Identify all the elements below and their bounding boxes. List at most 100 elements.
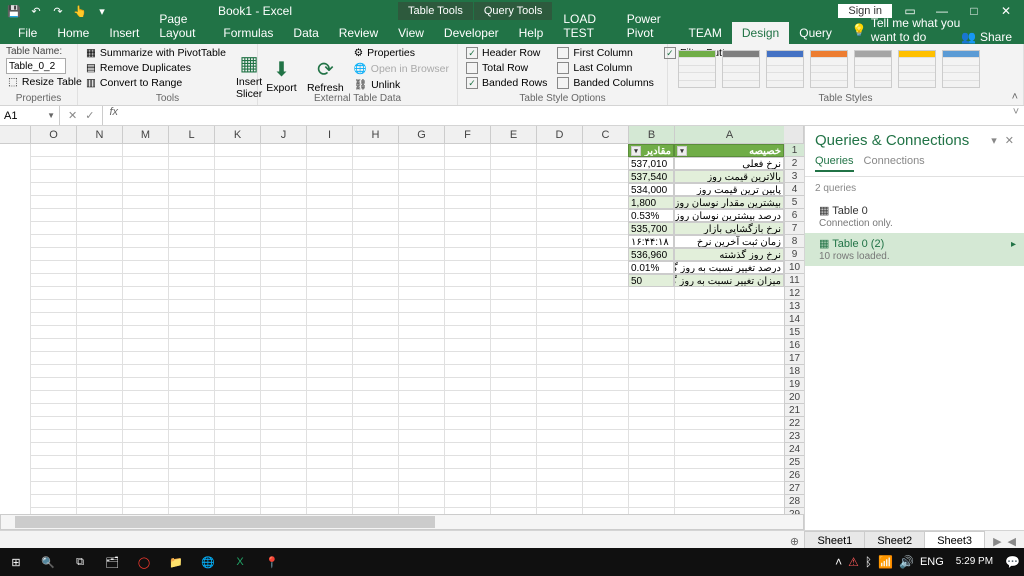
cell[interactable] [582,339,628,352]
cell[interactable] [398,287,444,300]
worksheet-grid[interactable]: ABCDEFGHIJKLMNO 1▾خصیصه▾مقادیر2نرخ فعلی5… [0,126,804,530]
cell[interactable] [76,404,122,417]
cell[interactable] [76,287,122,300]
cell[interactable] [122,183,168,196]
cell[interactable] [214,456,260,469]
cell[interactable] [168,157,214,170]
cell[interactable] [122,378,168,391]
cell[interactable] [628,378,674,391]
enter-icon[interactable]: ✓ [85,109,94,122]
cell[interactable]: 534,000 [628,183,674,196]
task-view-button[interactable]: ⧉ [64,548,96,576]
cell[interactable] [214,144,260,157]
cell[interactable] [122,404,168,417]
cell[interactable] [352,339,398,352]
cell[interactable] [168,339,214,352]
cell[interactable] [444,287,490,300]
pane-tab-connections[interactable]: Connections [864,155,925,172]
cell[interactable] [444,482,490,495]
cell[interactable] [168,456,214,469]
cell[interactable] [30,469,76,482]
cell[interactable] [582,300,628,313]
cell[interactable] [76,222,122,235]
cell[interactable] [260,287,306,300]
cell[interactable] [306,417,352,430]
row-header[interactable]: 7 [784,222,804,235]
cell[interactable]: 0.01% [628,261,674,274]
cell[interactable] [260,157,306,170]
row-header[interactable]: 1 [784,144,804,157]
summarize-pivot-button[interactable]: ▦Summarize with PivotTable [84,46,228,60]
cell[interactable] [352,365,398,378]
cell[interactable] [352,391,398,404]
cell[interactable] [214,391,260,404]
cell[interactable] [352,196,398,209]
maximize-button[interactable]: □ [960,4,988,18]
row-header[interactable]: 3 [784,170,804,183]
properties-button[interactable]: ⚙Properties [352,46,451,60]
cell[interactable] [306,144,352,157]
cell[interactable]: میزان تغییر نسبت به روز گذشته [674,274,784,287]
sheet-nav-next[interactable]: ▶ [993,535,1001,548]
cell[interactable]: ▾مقادیر [628,144,674,157]
cell[interactable] [444,157,490,170]
cell[interactable] [352,248,398,261]
cell[interactable] [444,274,490,287]
cell[interactable] [352,469,398,482]
column-header[interactable]: G [398,126,444,143]
cell[interactable] [260,495,306,508]
cell[interactable] [444,313,490,326]
cell[interactable] [30,261,76,274]
cell[interactable] [582,430,628,443]
cell[interactable] [306,157,352,170]
cell[interactable] [30,287,76,300]
cell[interactable] [76,313,122,326]
cell[interactable] [306,391,352,404]
cell[interactable] [30,352,76,365]
cell[interactable] [582,443,628,456]
cell[interactable] [628,365,674,378]
cell[interactable] [444,170,490,183]
cell[interactable] [628,313,674,326]
cell[interactable] [674,430,784,443]
cell[interactable] [352,300,398,313]
tab-loadtest[interactable]: LOAD TEST [553,8,616,44]
cell[interactable] [214,300,260,313]
cell[interactable] [30,183,76,196]
cell[interactable] [260,391,306,404]
cell[interactable] [536,235,582,248]
cell[interactable] [30,456,76,469]
cell[interactable] [30,378,76,391]
cell[interactable] [582,183,628,196]
cell[interactable] [76,352,122,365]
cell[interactable] [352,443,398,456]
tab-home[interactable]: Home [47,22,99,44]
row-header[interactable]: 24 [784,443,804,456]
cell[interactable] [352,495,398,508]
cell[interactable] [398,274,444,287]
row-header[interactable]: 2 [784,157,804,170]
cell[interactable] [582,196,628,209]
cell[interactable] [536,469,582,482]
column-header[interactable]: C [582,126,628,143]
cell[interactable]: 536,960 [628,248,674,261]
cell[interactable] [30,300,76,313]
cell[interactable] [76,469,122,482]
cell[interactable] [444,391,490,404]
cell[interactable] [306,469,352,482]
first-col-check[interactable]: First Column [555,46,656,60]
cell[interactable] [490,300,536,313]
row-header[interactable]: 22 [784,417,804,430]
cell[interactable] [490,417,536,430]
cell[interactable] [30,339,76,352]
cell[interactable] [490,222,536,235]
tab-pagelayout[interactable]: Page Layout [149,8,213,44]
cell[interactable] [168,170,214,183]
cell[interactable] [306,183,352,196]
cell[interactable] [214,482,260,495]
cancel-icon[interactable]: ✕ [68,109,77,122]
cell[interactable] [674,300,784,313]
cell[interactable] [582,313,628,326]
cell[interactable] [214,339,260,352]
cell[interactable] [536,365,582,378]
